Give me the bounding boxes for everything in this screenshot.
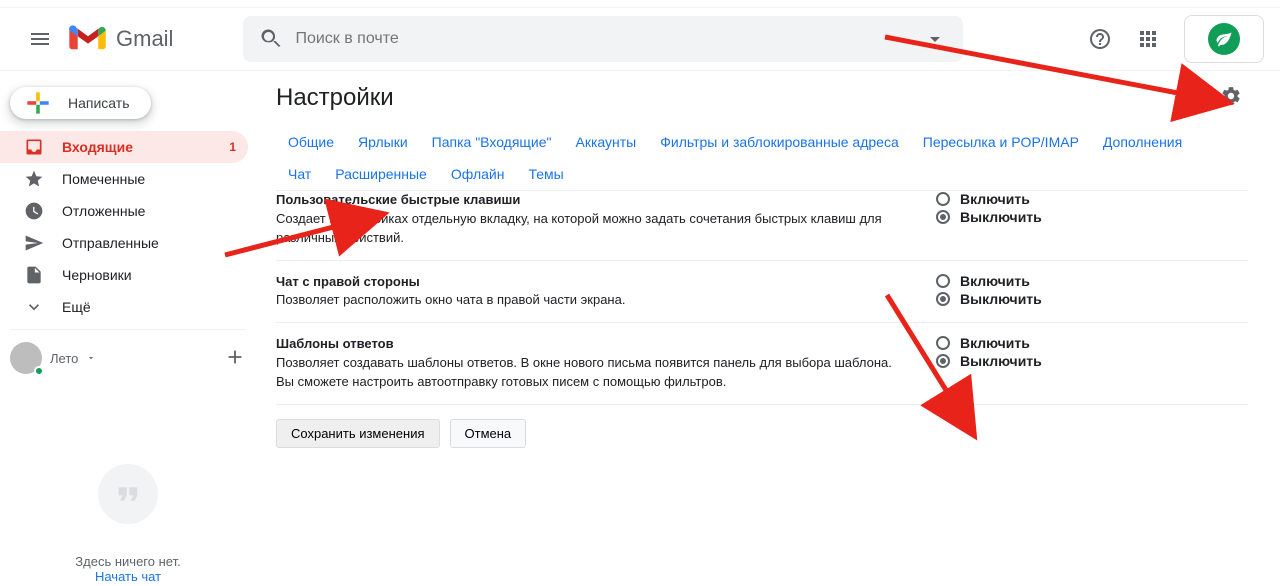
chat-empty-state: Здесь ничего нет. Начать чат bbox=[0, 464, 256, 584]
caret-down-icon bbox=[923, 27, 947, 51]
tab-labels[interactable]: Ярлыки bbox=[346, 126, 420, 158]
nav-sent[interactable]: Отправленные bbox=[0, 227, 248, 259]
tab-accounts[interactable]: Аккаунты bbox=[564, 126, 649, 158]
hamburger-menu[interactable] bbox=[16, 15, 64, 63]
tab-offline[interactable]: Офлайн bbox=[439, 158, 517, 190]
tab-themes[interactable]: Темы bbox=[516, 158, 575, 190]
send-icon bbox=[24, 233, 44, 253]
radio-icon bbox=[936, 210, 950, 224]
gear-icon bbox=[1220, 85, 1242, 107]
inbox-icon bbox=[24, 137, 44, 157]
search-input[interactable] bbox=[291, 30, 915, 48]
setting-title: Пользовательские быстрые клавиши bbox=[276, 192, 520, 207]
start-chat-link[interactable]: Начать чат bbox=[95, 569, 161, 584]
caret-down-icon bbox=[86, 353, 96, 363]
tab-filters[interactable]: Фильтры и заблокированные адреса bbox=[648, 126, 911, 158]
setting-row-rightchat: Чат с правой стороны Позволяет расположи… bbox=[276, 261, 1248, 324]
radio-enable[interactable]: Включить bbox=[936, 273, 1156, 289]
tab-general[interactable]: Общие bbox=[276, 126, 346, 158]
nav-label: Черновики bbox=[62, 267, 236, 283]
search-icon bbox=[259, 27, 283, 51]
clock-icon bbox=[24, 201, 44, 221]
setting-desc: Позволяет создавать шаблоны ответов. В о… bbox=[276, 355, 892, 389]
star-icon bbox=[24, 169, 44, 189]
radio-enable[interactable]: Включить bbox=[936, 191, 1156, 207]
nav-list: Входящие 1 Помеченные Отложенные Отправл… bbox=[0, 131, 256, 323]
nav-label: Входящие bbox=[62, 139, 211, 155]
setting-row-templates: Шаблоны ответов Позволяет создавать шабл… bbox=[276, 323, 1248, 405]
tab-inbox[interactable]: Папка "Входящие" bbox=[420, 126, 564, 158]
nav-more[interactable]: Ещё bbox=[0, 291, 248, 323]
nav-inbox[interactable]: Входящие 1 bbox=[0, 131, 248, 163]
tab-chat[interactable]: Чат bbox=[276, 158, 323, 190]
radio-icon bbox=[936, 192, 950, 206]
help-icon bbox=[1088, 27, 1112, 51]
cancel-button[interactable]: Отмена bbox=[450, 419, 527, 448]
setting-row-hotkeys: Пользовательские быстрые клавиши Создает… bbox=[276, 191, 1248, 261]
file-icon bbox=[24, 265, 44, 285]
compose-button[interactable]: Написать bbox=[10, 87, 151, 119]
setting-title: Шаблоны ответов bbox=[276, 336, 394, 351]
radio-icon bbox=[936, 336, 950, 350]
nav-snoozed[interactable]: Отложенные bbox=[0, 195, 248, 227]
settings-tabs: Общие Ярлыки Папка "Входящие" Аккаунты Ф… bbox=[276, 126, 1248, 191]
radio-enable[interactable]: Включить bbox=[936, 335, 1156, 351]
nav-label: Ещё bbox=[62, 299, 236, 315]
avatar bbox=[1208, 23, 1240, 55]
presence-dot bbox=[34, 366, 44, 376]
tab-advanced[interactable]: Расширенные bbox=[323, 158, 439, 190]
empty-title: Здесь ничего нет. bbox=[0, 554, 256, 569]
chat-section: Лето bbox=[10, 329, 246, 374]
quote-icon bbox=[98, 464, 158, 524]
radio-icon bbox=[936, 354, 950, 368]
setting-desc: Позволяет расположить окно чата в правой… bbox=[276, 292, 625, 307]
radio-icon bbox=[936, 274, 950, 288]
tab-addons[interactable]: Дополнения bbox=[1091, 126, 1194, 158]
new-chat-button[interactable] bbox=[224, 346, 246, 371]
settings-gear-button[interactable] bbox=[1214, 79, 1248, 116]
nav-label: Помеченные bbox=[62, 171, 236, 187]
plus-icon bbox=[224, 346, 246, 368]
radio-disable[interactable]: Выключить bbox=[936, 209, 1156, 225]
radio-disable[interactable]: Выключить bbox=[936, 291, 1156, 307]
chat-username: Лето bbox=[50, 351, 78, 366]
radio-disable[interactable]: Выключить bbox=[936, 353, 1156, 369]
header-actions bbox=[1040, 15, 1264, 63]
plus-icon bbox=[22, 87, 54, 119]
setting-desc: Создает в настройках отдельную вкладку, … bbox=[276, 211, 882, 245]
sidebar: Написать Входящие 1 Помеченные Отложенны… bbox=[0, 71, 256, 579]
nav-starred[interactable]: Помеченные bbox=[0, 163, 248, 195]
save-button[interactable]: Сохранить изменения bbox=[276, 419, 440, 448]
apps-grid-icon bbox=[1136, 27, 1160, 51]
tab-forwarding[interactable]: Пересылка и POP/IMAP bbox=[911, 126, 1091, 158]
search-button[interactable] bbox=[251, 19, 291, 59]
chat-avatar bbox=[10, 342, 42, 374]
actions-bar: Сохранить изменения Отмена bbox=[276, 405, 1248, 462]
nav-drafts[interactable]: Черновики bbox=[0, 259, 248, 291]
account-switcher[interactable] bbox=[1184, 15, 1264, 63]
setting-title: Чат с правой стороны bbox=[276, 274, 420, 289]
nav-label: Отложенные bbox=[62, 203, 236, 219]
radio-icon bbox=[936, 292, 950, 306]
page-title: Настройки bbox=[276, 84, 394, 112]
nav-count: 1 bbox=[229, 140, 236, 154]
nav-label: Отправленные bbox=[62, 235, 236, 251]
help-button[interactable] bbox=[1080, 19, 1120, 59]
logo[interactable]: Gmail bbox=[68, 25, 173, 53]
app-header: Gmail bbox=[0, 7, 1280, 71]
gmail-m-icon bbox=[68, 25, 108, 53]
chevron-down-icon bbox=[24, 297, 44, 317]
chat-user[interactable]: Лето bbox=[10, 342, 96, 374]
search-bar[interactable] bbox=[243, 16, 963, 62]
compose-label: Написать bbox=[68, 95, 129, 111]
apps-button[interactable] bbox=[1128, 19, 1168, 59]
search-options[interactable] bbox=[915, 19, 955, 59]
menu-icon bbox=[28, 27, 52, 51]
logo-text: Gmail bbox=[116, 26, 173, 52]
settings-panel: Настройки Общие Ярлыки Папка "Входящие" … bbox=[256, 71, 1280, 579]
leaf-icon bbox=[1215, 30, 1233, 48]
